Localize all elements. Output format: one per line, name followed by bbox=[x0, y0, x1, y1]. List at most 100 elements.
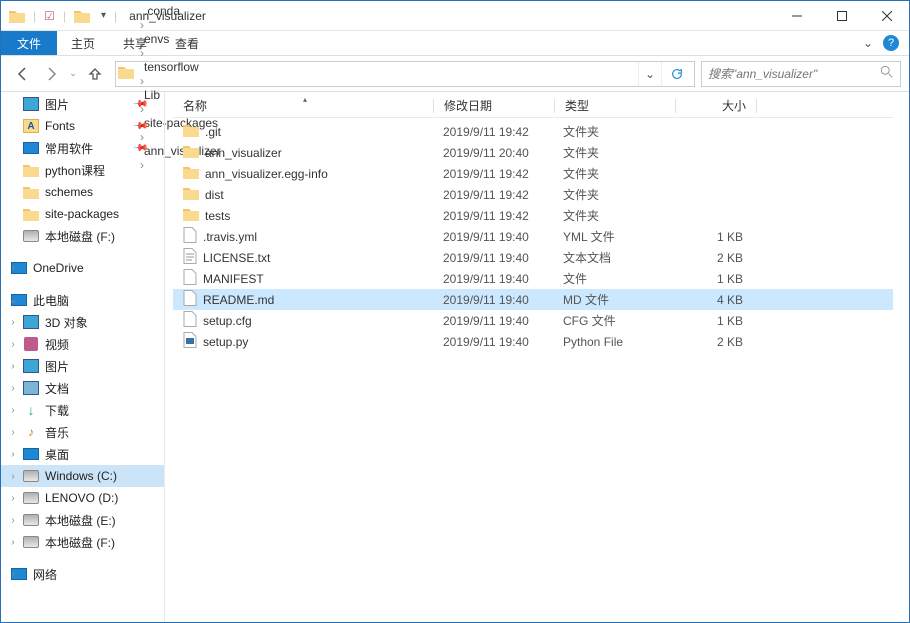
this-pc-item[interactable]: ›桌面 bbox=[1, 443, 164, 465]
file-size: 4 KB bbox=[673, 293, 753, 307]
column-header-date[interactable]: 修改日期 bbox=[434, 97, 554, 114]
quick-access-item[interactable]: schemes bbox=[1, 181, 164, 203]
file-row[interactable]: tests2019/9/11 19:42文件夹 bbox=[173, 205, 893, 226]
quick-access-item[interactable]: 本地磁盘 (F:) bbox=[1, 225, 164, 247]
video-icon bbox=[23, 336, 39, 352]
expand-icon[interactable]: › bbox=[7, 317, 19, 328]
expand-icon[interactable]: › bbox=[7, 471, 19, 482]
expand-icon[interactable]: ⌄ bbox=[7, 295, 19, 306]
up-button[interactable] bbox=[81, 60, 109, 88]
this-pc-item[interactable]: › 文档 bbox=[1, 377, 164, 399]
tree-item-label: 本地磁盘 (E:) bbox=[45, 512, 116, 529]
tree-item-label: 下载 bbox=[45, 402, 69, 419]
this-pc-item[interactable]: ›♪音乐 bbox=[1, 421, 164, 443]
expand-icon[interactable]: › bbox=[7, 449, 19, 460]
file-list-view: ▴名称 修改日期 类型 大小 .git2019/9/11 19:42文件夹ann… bbox=[165, 92, 909, 622]
address-bar[interactable]: «›.conda›envs›tensorflow›Lib›site-packag… bbox=[115, 61, 695, 87]
expand-icon[interactable]: › bbox=[7, 537, 19, 548]
onedrive-root[interactable]: › OneDrive bbox=[1, 257, 164, 279]
file-row[interactable]: ann_visualizer.egg-info2019/9/11 19:42文件… bbox=[173, 163, 893, 184]
file-name: MANIFEST bbox=[203, 272, 264, 286]
file-row[interactable]: .git2019/9/11 19:42文件夹 bbox=[173, 121, 893, 142]
file-row[interactable]: setup.py2019/9/11 19:40Python File2 KB bbox=[173, 331, 893, 352]
history-dropdown[interactable]: ⌄ bbox=[65, 60, 81, 88]
expand-icon[interactable]: › bbox=[7, 493, 19, 504]
expand-icon[interactable]: › bbox=[7, 263, 19, 274]
quick-access-item[interactable]: AFonts📌 bbox=[1, 115, 164, 137]
column-header-size[interactable]: 大小 bbox=[676, 97, 756, 114]
file-size: 2 KB bbox=[673, 335, 753, 349]
qat-dropdown-icon[interactable]: ▾ bbox=[98, 10, 106, 21]
file-date: 2019/9/11 19:40 bbox=[433, 314, 553, 328]
quick-access-item[interactable]: python课程 bbox=[1, 159, 164, 181]
docs-icon bbox=[23, 380, 39, 396]
refresh-button[interactable] bbox=[661, 62, 692, 86]
file-date: 2019/9/11 19:40 bbox=[433, 251, 553, 265]
this-pc-item[interactable]: › Windows (C:) bbox=[1, 465, 164, 487]
close-button[interactable] bbox=[864, 1, 909, 30]
this-pc-item[interactable]: ›3D 对象 bbox=[1, 311, 164, 333]
column-header-name[interactable]: ▴名称 bbox=[173, 97, 433, 114]
expand-icon[interactable]: › bbox=[7, 383, 19, 394]
chevron-right-icon[interactable]: › bbox=[138, 46, 146, 60]
search-input[interactable] bbox=[708, 67, 880, 81]
file-row[interactable]: LICENSE.txt2019/9/11 19:40文本文档2 KB bbox=[173, 247, 893, 268]
breadcrumb-segment[interactable]: .conda bbox=[138, 4, 227, 18]
address-dropdown-icon[interactable]: ⌄ bbox=[638, 62, 661, 86]
folder-icon bbox=[23, 184, 39, 200]
breadcrumb-segment[interactable]: envs bbox=[138, 32, 227, 46]
file-type: 文件夹 bbox=[553, 123, 673, 140]
tab-home[interactable]: 主页 bbox=[57, 31, 109, 55]
quick-access-item[interactable]: 常用软件📌 bbox=[1, 137, 164, 159]
file-date: 2019/9/11 19:42 bbox=[433, 125, 553, 139]
music-icon: ♪ bbox=[23, 424, 39, 440]
column-header-type[interactable]: 类型 bbox=[555, 97, 675, 114]
file-type: 文件夹 bbox=[553, 144, 673, 161]
quick-access-item[interactable]: site-packages bbox=[1, 203, 164, 225]
this-pc-item[interactable]: ›视频 bbox=[1, 333, 164, 355]
maximize-button[interactable] bbox=[819, 1, 864, 30]
qat-check-icon[interactable]: ☑ bbox=[44, 9, 55, 23]
back-button[interactable] bbox=[9, 60, 37, 88]
chevron-right-icon[interactable]: › bbox=[138, 74, 146, 88]
expand-icon[interactable]: › bbox=[7, 569, 19, 580]
file-row[interactable]: dist2019/9/11 19:42文件夹 bbox=[173, 184, 893, 205]
forward-button[interactable] bbox=[37, 60, 65, 88]
quick-access-item[interactable]: 图片📌 bbox=[1, 93, 164, 115]
this-pc-item[interactable]: › 本地磁盘 (E:) bbox=[1, 509, 164, 531]
expand-icon[interactable]: › bbox=[7, 515, 19, 526]
help-icon[interactable]: ? bbox=[883, 35, 899, 51]
expand-icon[interactable]: › bbox=[7, 361, 19, 372]
drive-icon bbox=[23, 512, 39, 528]
this-pc-item[interactable]: ›图片 bbox=[1, 355, 164, 377]
file-type: 文件夹 bbox=[553, 186, 673, 203]
search-icon[interactable] bbox=[880, 65, 894, 82]
window-folder-icon bbox=[74, 8, 90, 24]
this-pc-root[interactable]: ⌄此电脑 bbox=[1, 289, 164, 311]
this-pc-item[interactable]: ›↓下载 bbox=[1, 399, 164, 421]
expand-ribbon-icon[interactable]: ⌄ bbox=[863, 36, 873, 50]
this-pc-item[interactable]: ›LENOVO (D:) bbox=[1, 487, 164, 509]
tree-item-label: 文档 bbox=[45, 380, 69, 397]
file-row[interactable]: MANIFEST2019/9/11 19:40文件1 KB bbox=[173, 268, 893, 289]
network-root[interactable]: ›网络 bbox=[1, 563, 164, 585]
expand-icon[interactable]: › bbox=[7, 405, 19, 416]
breadcrumb-segment[interactable]: tensorflow bbox=[138, 60, 227, 74]
navigation-pane[interactable]: 图片📌AFonts📌常用软件📌python课程schemessite-packa… bbox=[1, 92, 165, 622]
file-name: setup.py bbox=[203, 335, 248, 349]
file-date: 2019/9/11 19:40 bbox=[433, 335, 553, 349]
search-box[interactable] bbox=[701, 61, 901, 87]
file-tab[interactable]: 文件 bbox=[1, 31, 57, 55]
chevron-right-icon[interactable]: › bbox=[138, 18, 146, 32]
tree-item-label: Windows (C:) bbox=[45, 469, 117, 483]
file-icon bbox=[183, 248, 197, 267]
expand-icon[interactable]: › bbox=[7, 339, 19, 350]
this-pc-item[interactable]: ›本地磁盘 (F:) bbox=[1, 531, 164, 553]
file-row[interactable]: README.md2019/9/11 19:40MD 文件4 KB bbox=[173, 289, 893, 310]
minimize-button[interactable] bbox=[774, 1, 819, 30]
expand-icon[interactable]: › bbox=[7, 427, 19, 438]
file-row[interactable]: ann_visualizer2019/9/11 20:40文件夹 bbox=[173, 142, 893, 163]
file-row[interactable]: setup.cfg2019/9/11 19:40CFG 文件1 KB bbox=[173, 310, 893, 331]
tree-item-label: OneDrive bbox=[33, 261, 84, 275]
file-row[interactable]: .travis.yml2019/9/11 19:40YML 文件1 KB bbox=[173, 226, 893, 247]
